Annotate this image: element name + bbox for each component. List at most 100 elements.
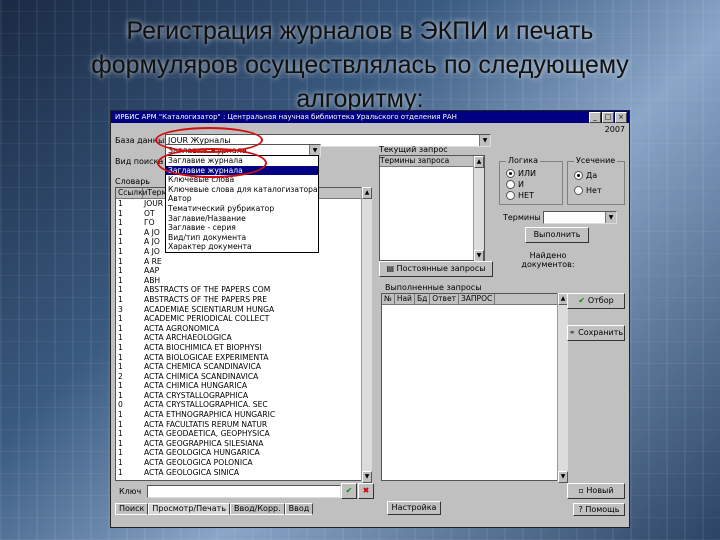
executed-queries-scrollbar[interactable]: ▲ ▼ [557,293,568,483]
dictionary-row-term: AAP [144,266,160,276]
dictionary-row[interactable]: 1 AAP [116,266,362,276]
dictionary-row-term: ACTA BIOCHIMICA ET BIOPHYSI [144,342,262,352]
new-button[interactable]: ▫ Новый [567,483,625,499]
dictionary-row-count: 1 [118,467,123,477]
dropdown-item[interactable]: Характер документа [166,242,318,252]
dictionary-row-term: ACTA GEOGRAPHICA SILESIANA [144,438,264,448]
truncation-yes-label: Да [586,171,598,180]
slide-title: Регистрация журналов в ЭКПИ и печать фор… [0,14,720,116]
scroll-down-icon[interactable]: ▼ [362,471,372,483]
close-icon[interactable]: × [615,112,627,123]
dictionary-row[interactable]: 1 ACADEMIC PERIODICAL COLLECT [116,314,362,324]
settings-button[interactable]: Настройка [387,501,441,515]
dictionary-row[interactable]: 1 ACTA BIOCHIMICA ET BIOPHYSI [116,343,362,353]
radio-on-icon [506,169,515,178]
dictionary-row-term: ACTA ARCHAEOLOGICA [144,333,232,343]
dictionary-scrollbar[interactable]: ▲ ▼ [361,187,372,483]
terms-select[interactable]: ▼ [543,211,617,224]
dictionary-row[interactable]: 1 ABH [116,276,362,286]
dropdown-item[interactable]: Ключевые слова для каталогизатора [166,185,318,195]
logic-or-radio[interactable]: ИЛИ [506,168,562,179]
dictionary-row[interactable]: 1 ACTA CHEMICA SCANDINAVICA [116,362,362,372]
dictionary-row[interactable]: 1 A RE [116,257,362,267]
dictionary-row[interactable]: 1 ACTA CHIMICA HUNGARICA [116,381,362,391]
truncation-no-radio[interactable]: Нет [574,185,624,196]
irbis-window: ИРБИС АРМ "Каталогизатор" : Центральная … [110,110,630,528]
dropdown-item[interactable]: Тематический рубрикатор [166,204,318,214]
dictionary-row[interactable]: 0 ACTA CRYSTALLOGRAPHICA. SEC [116,400,362,410]
help-button[interactable]: ? Помощь [573,503,625,516]
dictionary-row-count: 1 [118,419,123,429]
minimize-icon[interactable]: _ [589,112,601,123]
dictionary-row-count: 1 [118,246,123,256]
chevron-down-icon[interactable]: ▼ [605,212,616,223]
search-type-label: Вид поиска [115,157,164,166]
dictionary-row[interactable]: 1 ACTA GEOLOGICA HUNGARICA [116,448,362,458]
current-query-list[interactable]: Термины запроса [379,155,485,261]
dictionary-row[interactable]: 1 ACTA AGRONOMICA [116,324,362,334]
dictionary-row[interactable]: 3 ACADEMIAE SCIENTIARUM HUNGA [116,305,362,315]
dictionary-header-links: Ссылки [118,188,148,198]
dictionary-row[interactable]: 1 ACTA ARCHAEOLOGICA [116,333,362,343]
key-input[interactable] [147,485,341,498]
dictionary-row[interactable]: 1 ACTA FACULTATIS RERUM NATUR [116,420,362,430]
key-label: Ключ [119,487,142,496]
dropdown-item[interactable]: Вид/тип документа [166,233,318,243]
dictionary-row[interactable]: 1 ACTA GEOGRAPHICA SILESIANA [116,439,362,449]
dictionary-row[interactable]: 2 ACTA CHIMICA SCANDINAVICA [116,372,362,382]
dropdown-item[interactable]: Автор [166,194,318,204]
chevron-down-icon[interactable]: ▼ [479,135,490,146]
dictionary-row-count: 1 [118,199,123,208]
bottom-tabs: Поиск Просмотр/Печать Ввод/Корр. Ввод [115,503,314,515]
tab-input[interactable]: Ввод [284,503,314,515]
dropdown-item[interactable]: Заглавие - серия [166,223,318,233]
tab-search[interactable]: Поиск [115,503,149,515]
dictionary-row[interactable]: 1 ACTA GEOLOGICA POLONICA [116,458,362,468]
dictionary-row[interactable]: 1 ACTA CRYSTALLOGRAPHICA [116,391,362,401]
dictionary-row[interactable]: 1 ACTA GEOLOGICA SINICA [116,468,362,478]
dictionary-row-term: A RE [144,256,162,266]
maximize-icon[interactable]: □ [602,112,614,123]
window-year: 2007 [604,125,625,134]
dictionary-row-term: A JO [144,246,160,256]
scroll-up-icon[interactable]: ▲ [474,156,484,168]
run-button[interactable]: Выполнить [525,227,589,243]
dictionary-row-count: 2 [118,371,123,381]
current-query-header: Термины запроса [380,156,484,167]
executed-queries-list[interactable]: № Най Бд Ответ ЗАПРОС [381,293,559,481]
dictionary-row-count: 1 [118,342,123,352]
dictionary-row-count: 1 [118,227,123,237]
save-icon: ⚭ [568,328,579,337]
tab-view-print[interactable]: Просмотр/Печать [148,503,231,515]
permanent-queries-button[interactable]: ▤ Постоянные запросы [379,261,493,277]
logic-not-radio[interactable]: НЕТ [506,190,562,201]
select-button[interactable]: ✔ Отбор [567,293,625,309]
truncation-no-label: Нет [586,186,602,195]
dictionary-row-count: 1 [118,218,123,228]
dictionary-row-term: ACTA CHIMICA HUNGARICA [144,381,248,391]
executed-header-answer: Ответ [430,294,459,304]
current-query-scrollbar[interactable]: ▲ ▼ [473,156,484,262]
dictionary-row-term: A JO [144,227,160,237]
truncation-group: Усечение Да Нет [567,156,625,205]
dictionary-row[interactable]: 1 ABSTRACTS OF THE PAPERS PRE [116,295,362,305]
radio-off-icon [506,191,515,200]
scroll-up-icon[interactable]: ▲ [362,187,372,199]
dictionary-row[interactable]: 1 ACTA ETHNOGRAPHICA HUNGARIC [116,410,362,420]
dictionary-row-term: ОТ [144,208,155,218]
dictionary-row[interactable]: 1 ACTA GEODAETICA, GEOPHYSICA [116,429,362,439]
dictionary-row-count: 1 [118,323,123,333]
clear-icon[interactable]: ✖ [358,483,374,499]
tab-edit[interactable]: Ввод/Корр. [230,503,285,515]
check-icon[interactable]: ✔ [341,483,357,499]
truncation-yes-radio[interactable]: Да [574,170,624,181]
dropdown-item[interactable]: Заглавие/Название [166,214,318,224]
executed-header-num: № [382,294,395,304]
dictionary-row[interactable]: 1 ACTA BIOLOGICAE EXPERIMENTA [116,353,362,363]
dictionary-row[interactable]: 1 ABSTRACTS OF THE PAPERS COM [116,285,362,295]
dictionary-row-term: ABSTRACTS OF THE PAPERS PRE [144,294,268,304]
save-button[interactable]: ⚭ Сохранить [567,325,625,341]
scroll-down-icon[interactable]: ▼ [558,471,568,483]
logic-and-radio[interactable]: И [506,179,562,190]
dictionary-row-count: 1 [118,314,123,324]
